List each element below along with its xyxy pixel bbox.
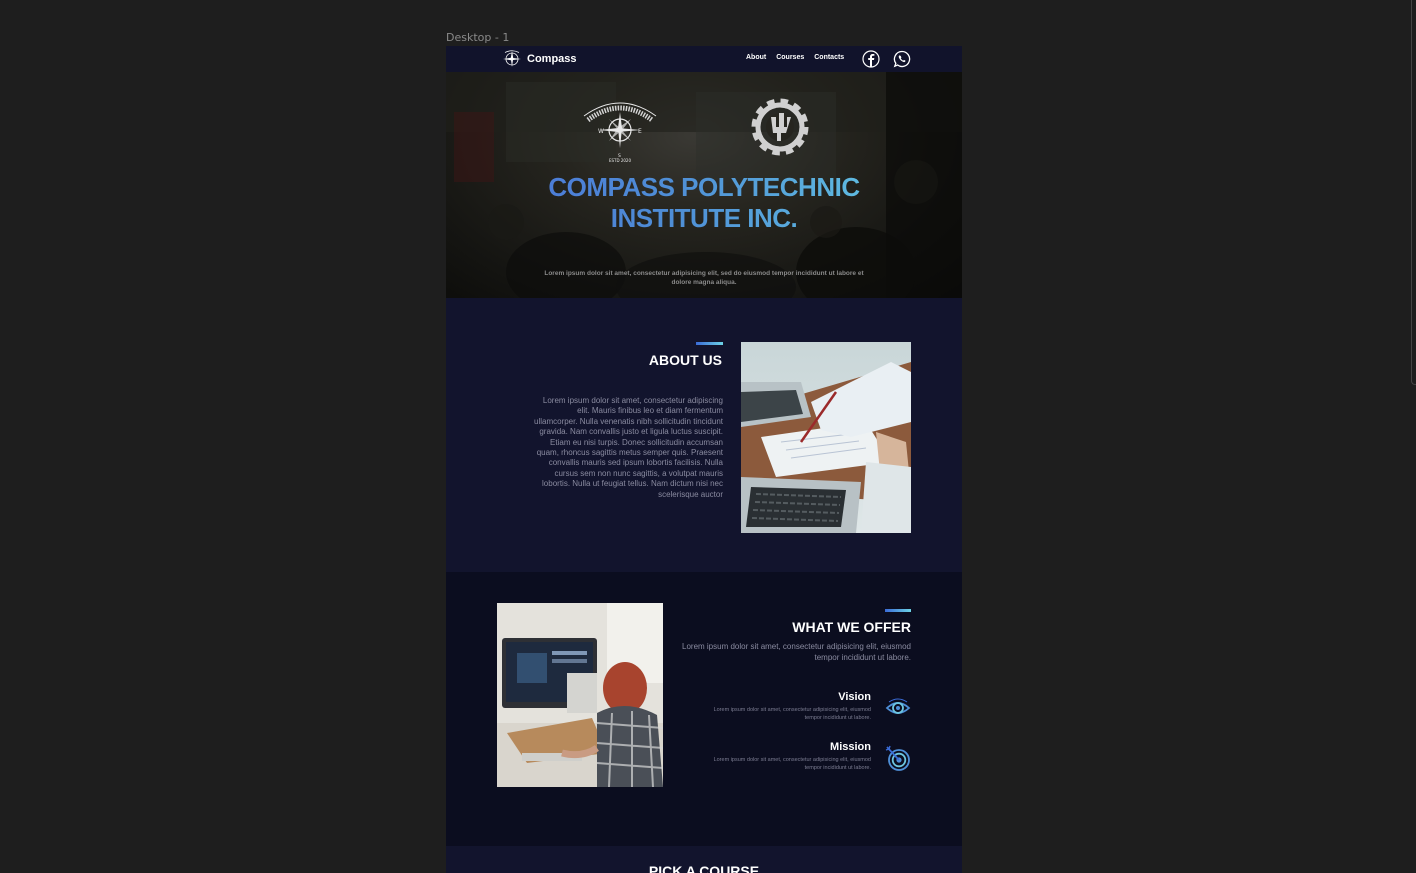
eye-icon bbox=[885, 698, 911, 714]
feature-mission: Mission Lorem ipsum dolor sit amet, cons… bbox=[696, 741, 911, 781]
about-accent-bar bbox=[696, 342, 723, 345]
svg-text:E: E bbox=[638, 128, 642, 135]
feature-mission-title: Mission bbox=[830, 741, 871, 753]
panel-edge bbox=[1411, 0, 1416, 385]
desktop-frame: Compass About Courses Contacts W E S EST… bbox=[446, 46, 962, 873]
whatsapp-icon[interactable] bbox=[893, 50, 911, 68]
design-canvas: Desktop - 1 Compass About Courses Contac… bbox=[0, 0, 1416, 873]
hero-subtitle: Lorem ipsum dolor sit amet, consectetur … bbox=[544, 270, 864, 286]
gear-emblem-logo bbox=[751, 98, 809, 156]
about-section: ABOUT US Lorem ipsum dolor sit amet, con… bbox=[446, 298, 962, 572]
feature-vision-title: Vision bbox=[838, 691, 871, 703]
hero-section: W E S ESTD 2020 COMPASS POLYTECHNIC INST… bbox=[446, 72, 962, 298]
nav-links: About Courses Contacts bbox=[746, 54, 844, 61]
feature-vision: Vision Lorem ipsum dolor sit amet, conse… bbox=[696, 691, 911, 731]
feature-mission-text: Lorem ipsum dolor sit amet, consectetur … bbox=[713, 757, 871, 771]
hero-title-line2: INSTITUTE INC. bbox=[610, 203, 798, 233]
target-icon bbox=[885, 745, 910, 771]
facebook-icon[interactable] bbox=[862, 50, 880, 68]
compass-logo-icon bbox=[503, 50, 521, 67]
feature-vision-text: Lorem ipsum dolor sit amet, consectetur … bbox=[713, 707, 871, 721]
hero-title-line1: COMPASS POLYTECHNIC bbox=[548, 172, 860, 202]
about-body: Lorem ipsum dolor sit amet, consectetur … bbox=[534, 396, 723, 499]
nav-link-contacts[interactable]: Contacts bbox=[814, 54, 844, 61]
offer-section: WHAT WE OFFER Lorem ipsum dolor sit amet… bbox=[446, 572, 962, 846]
about-title: ABOUT US bbox=[648, 352, 722, 368]
course-section: PICK A COURSE bbox=[446, 846, 962, 873]
brand-name: Compass bbox=[527, 53, 577, 65]
institute-seal-logo: W E S ESTD 2020 bbox=[583, 102, 657, 163]
offer-title: WHAT WE OFFER bbox=[792, 619, 911, 635]
nav-link-about[interactable]: About bbox=[746, 54, 766, 61]
business-meeting-photo bbox=[741, 342, 911, 533]
offer-accent-bar bbox=[885, 609, 911, 612]
svg-text:W: W bbox=[598, 128, 604, 135]
seal-est-text: ESTD 2020 bbox=[609, 158, 631, 163]
offer-subtitle: Lorem ipsum dolor sit amet, consectetur … bbox=[682, 642, 911, 662]
hero-title: COMPASS POLYTECHNIC INSTITUTE INC. bbox=[446, 172, 962, 234]
course-title: PICK A COURSE bbox=[648, 863, 760, 873]
student-computer-photo bbox=[497, 603, 663, 787]
frame-label[interactable]: Desktop - 1 bbox=[446, 31, 509, 44]
nav-link-courses[interactable]: Courses bbox=[776, 54, 804, 61]
navbar: Compass About Courses Contacts bbox=[446, 46, 962, 72]
brand[interactable]: Compass bbox=[501, 50, 577, 68]
